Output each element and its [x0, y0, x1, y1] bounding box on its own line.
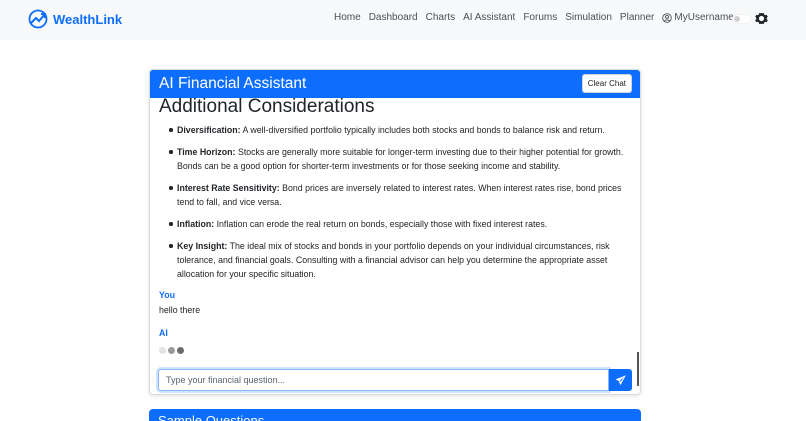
nav-dashboard[interactable]: Dashboard: [369, 12, 418, 23]
list-item: Inflation: Inflation can erode the real …: [169, 217, 632, 231]
sample-questions-title: Sample Questions: [158, 413, 265, 421]
nav-forums[interactable]: Forums: [523, 12, 557, 23]
clear-chat-button[interactable]: Clear Chat: [581, 74, 632, 93]
typing-dot: [159, 347, 166, 354]
chat-input[interactable]: [158, 369, 609, 391]
user-sender-label: You: [159, 290, 175, 300]
send-button[interactable]: [609, 369, 632, 391]
brand-link[interactable]: WealthLink: [28, 9, 122, 29]
bullet-list: Diversification: A well-diversified port…: [169, 123, 632, 289]
list-item: Diversification: A well-diversified port…: [169, 123, 632, 137]
bullet-term: Diversification:: [177, 125, 241, 135]
bullet-term: Key Insight:: [177, 241, 228, 251]
theme-toggle[interactable]: [732, 14, 751, 24]
list-item: Key Insight: The ideal mix of stocks and…: [169, 239, 632, 281]
typing-dot: [177, 347, 184, 354]
list-item: Interest Rate Sensitivity: Bond prices a…: [169, 181, 632, 209]
chat-card-header: AI Financial Assistant Clear Chat: [150, 70, 640, 98]
bullet-term: Time Horizon:: [177, 147, 236, 157]
person-circle-icon: [662, 12, 673, 23]
user-message: hello there: [159, 305, 201, 315]
chat-title: AI Financial Assistant: [159, 75, 307, 92]
send-icon: [615, 375, 626, 385]
username: MyUsername: [674, 12, 734, 23]
nav-simulation[interactable]: Simulation: [565, 12, 612, 23]
ai-sender-label: AI: [159, 328, 168, 338]
nav-ai-assistant[interactable]: AI Assistant: [463, 12, 515, 23]
bullet-text: Inflation can erode the real return on b…: [216, 219, 548, 229]
chart-up-logo-icon: [28, 9, 48, 29]
navbar: WealthLink Home Dashboard Charts AI Assi…: [0, 0, 806, 40]
bullet-text: The ideal mix of stocks and bonds in you…: [177, 241, 610, 279]
chat-input-group: [158, 369, 632, 391]
nav-home[interactable]: Home: [334, 12, 361, 23]
toggle-knob: [734, 16, 740, 22]
bullet-term: Inflation:: [177, 219, 215, 229]
bullet-term: Interest Rate Sensitivity:: [177, 183, 280, 193]
bullet-text: A well-diversified portfolio typically i…: [242, 125, 605, 135]
typing-dot: [168, 347, 175, 354]
nav-links: Home Dashboard Charts AI Assistant Forum…: [334, 12, 746, 23]
nav-charts[interactable]: Charts: [426, 12, 455, 23]
brand-name: WealthLink: [53, 11, 123, 27]
sample-questions-card: Sample Questions: [149, 409, 641, 421]
typing-indicator: [159, 347, 186, 354]
bullet-text: Stocks are generally more suitable for l…: [177, 147, 624, 171]
chat-card: AI Financial Assistant Clear Chat Additi…: [149, 69, 641, 395]
nav-planner[interactable]: Planner: [620, 12, 654, 23]
list-item: Time Horizon: Stocks are generally more …: [169, 145, 632, 173]
scrollbar-thumb[interactable]: [637, 352, 639, 386]
section-heading: Additional Considerations: [159, 98, 375, 117]
gear-icon[interactable]: [755, 12, 768, 25]
chat-messages[interactable]: Additional Considerations Diversificatio…: [150, 98, 640, 394]
